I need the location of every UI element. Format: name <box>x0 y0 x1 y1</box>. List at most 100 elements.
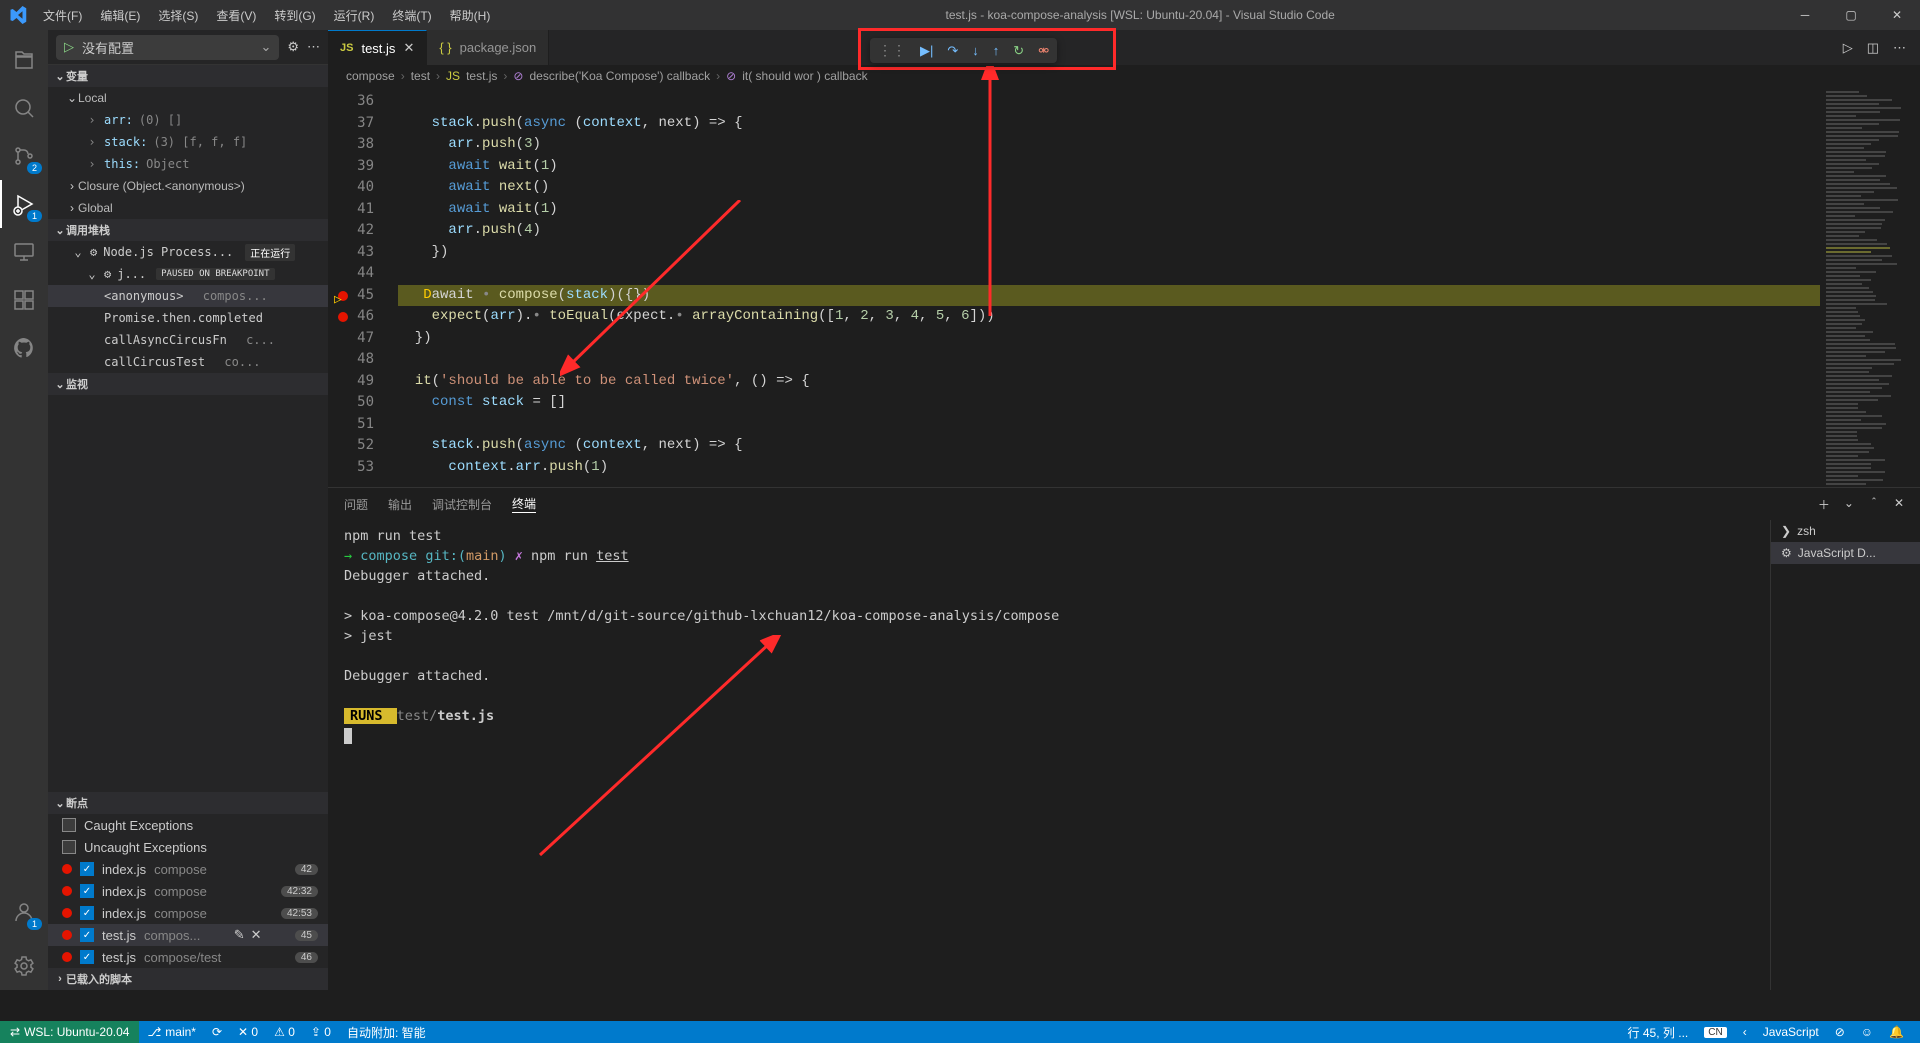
run-file-icon[interactable]: ▷ <box>1843 40 1853 56</box>
gutter[interactable]: 36373839404142434445▷4647484950515253 <box>328 87 398 487</box>
menu-edit[interactable]: 编辑(E) <box>92 1 148 30</box>
menu-view[interactable]: 查看(V) <box>208 1 264 30</box>
restart-icon[interactable]: ↻ <box>1013 43 1024 59</box>
checkbox-icon[interactable]: ✓ <box>80 862 94 876</box>
split-editor-icon[interactable]: ◫ <box>1867 40 1879 56</box>
disconnect-icon[interactable]: ⚮ <box>1038 43 1049 59</box>
title-bar: 文件(F) 编辑(E) 选择(S) 查看(V) 转到(G) 运行(R) 终端(T… <box>0 0 1920 30</box>
editor-more-icon[interactable]: ⋯ <box>1893 40 1906 56</box>
minimap[interactable] <box>1820 87 1920 487</box>
menu-file[interactable]: 文件(F) <box>35 1 90 30</box>
stack-frame[interactable]: <anonymous> compos... <box>48 285 328 307</box>
search-icon[interactable] <box>0 84 48 132</box>
port-forward[interactable]: ⇪ 0 <box>303 1025 339 1039</box>
breakpoint-item[interactable]: ✓ index.js compose 42 <box>48 858 328 880</box>
step-over-icon[interactable]: ↷ <box>947 43 958 59</box>
uncaught-exceptions[interactable]: Uncaught Exceptions <box>48 836 328 858</box>
maximize-panel-icon[interactable]: ＾ <box>1868 496 1880 513</box>
checkbox-icon[interactable]: ✓ <box>80 884 94 898</box>
breakpoint-icon <box>62 886 72 896</box>
tweet-icon[interactable]: ⊘ <box>1827 1024 1853 1041</box>
watch-header[interactable]: ⌄监视 <box>48 373 328 395</box>
remove-icon[interactable]: ✕ <box>251 927 262 943</box>
run-config-dropdown[interactable]: ▷ 没有配置 ⌄ <box>56 35 279 60</box>
notifications-icon[interactable]: 🔔 <box>1881 1024 1912 1041</box>
vscode-icon <box>0 6 35 24</box>
gear-icon[interactable]: ⚙ <box>287 39 299 55</box>
play-icon[interactable]: ▷ <box>64 39 74 55</box>
maximize-button[interactable]: ▢ <box>1828 0 1874 30</box>
errors[interactable]: ✕ 0 <box>230 1025 266 1039</box>
closure-scope[interactable]: ›Closure (Object.<anonymous>) <box>48 175 328 197</box>
breakpoints-header[interactable]: ⌄断点 <box>48 792 328 814</box>
terminal-dropdown-icon[interactable]: ⌄ <box>1844 496 1854 513</box>
menu-selection[interactable]: 选择(S) <box>150 1 206 30</box>
panel-tab-debug[interactable]: 调试控制台 <box>432 496 492 513</box>
account-icon[interactable]: 1 <box>0 888 48 936</box>
explorer-icon[interactable] <box>0 36 48 84</box>
close-icon[interactable]: ✕ <box>403 40 414 56</box>
ime-indicator[interactable]: CN <box>1704 1027 1726 1038</box>
global-scope[interactable]: ›Global <box>48 197 328 219</box>
panel-tab-terminal[interactable]: 终端 <box>512 495 536 513</box>
panel-tabs: 问题 输出 调试控制台 终端 ＋ ⌄ ＾ ✕ <box>328 488 1920 520</box>
settings-icon[interactable] <box>0 942 48 990</box>
step-into-icon[interactable]: ↓ <box>972 43 979 58</box>
git-branch[interactable]: ⎇main* <box>139 1025 204 1039</box>
stack-frame[interactable]: Promise.then.completed <box>48 307 328 329</box>
edit-icon[interactable]: ✎ <box>234 927 245 943</box>
tab-package-json[interactable]: { } package.json <box>427 30 549 65</box>
close-panel-icon[interactable]: ✕ <box>1894 496 1904 513</box>
local-scope[interactable]: ⌄Local <box>48 87 328 109</box>
continue-icon[interactable]: ▶| <box>920 43 933 59</box>
lang-prev-icon[interactable]: ‹ <box>1735 1024 1755 1041</box>
step-out-icon[interactable]: ↑ <box>993 43 1000 58</box>
stack-frame[interactable]: callCircusTest co... <box>48 351 328 373</box>
callstack-header[interactable]: ⌄调用堆栈 <box>48 219 328 241</box>
panel-tab-output[interactable]: 输出 <box>388 496 412 513</box>
remote-explorer-icon[interactable] <box>0 228 48 276</box>
extensions-icon[interactable] <box>0 276 48 324</box>
breakpoint-item[interactable]: ✓ index.js compose 42:53 <box>48 902 328 924</box>
breakpoint-item[interactable]: ✓ index.js compose 42:32 <box>48 880 328 902</box>
scm-icon[interactable]: 2 <box>0 132 48 180</box>
menu-run[interactable]: 运行(R) <box>326 1 383 30</box>
checkbox-icon[interactable]: ✓ <box>80 906 94 920</box>
tab-test-js[interactable]: JS test.js ✕ <box>328 30 427 65</box>
variables-header[interactable]: ⌄变量 <box>48 65 328 87</box>
checkbox-icon[interactable]: ✓ <box>80 950 94 964</box>
ln-col[interactable]: 行 45, 列 ... <box>1620 1024 1697 1041</box>
more-icon[interactable]: ⋯ <box>307 39 320 55</box>
caught-exceptions[interactable]: Caught Exceptions <box>48 814 328 836</box>
github-icon[interactable] <box>0 324 48 372</box>
language-mode[interactable]: JavaScript <box>1755 1024 1827 1041</box>
checkbox-icon[interactable]: ✓ <box>80 928 94 942</box>
terminal[interactable]: npm run test→ compose git:(main) ✗ npm r… <box>328 520 1770 990</box>
debug-toolbar[interactable]: ⋮⋮ ▶| ↷ ↓ ↑ ↻ ⚮ <box>870 38 1057 63</box>
auto-attach[interactable]: 自动附加: 智能 <box>339 1024 434 1041</box>
loaded-scripts-header[interactable]: ›已载入的脚本 <box>48 968 328 990</box>
stack-frame[interactable]: callAsyncCircusFn c... <box>48 329 328 351</box>
new-terminal-icon[interactable]: ＋ <box>1818 496 1830 513</box>
drag-grip-icon[interactable]: ⋮⋮ <box>878 42 906 59</box>
run-debug-icon[interactable]: 1 <box>0 180 48 228</box>
menu-terminal[interactable]: 终端(T) <box>384 1 439 30</box>
sync-icon[interactable]: ⟳ <box>204 1025 230 1039</box>
terminal-js-debug[interactable]: ⚙JavaScript D... <box>1771 542 1920 564</box>
menu-go[interactable]: 转到(G) <box>266 1 323 30</box>
chevron-down-icon[interactable]: ⌄ <box>260 39 271 55</box>
close-button[interactable]: ✕ <box>1874 0 1920 30</box>
menu-help[interactable]: 帮助(H) <box>442 1 499 30</box>
terminal-zsh[interactable]: ❯zsh <box>1771 520 1920 542</box>
breadcrumb[interactable]: compose› test› JS test.js› ⊘ describe('K… <box>328 65 1920 87</box>
feedback-icon[interactable]: ☺ <box>1853 1024 1881 1041</box>
minimize-button[interactable]: ─ <box>1782 0 1828 30</box>
breakpoint-item[interactable]: ✓ test.js compos... ✎✕ 45 <box>48 924 328 946</box>
warnings[interactable]: ⚠ 0 <box>266 1025 303 1039</box>
callstack-thread[interactable]: ⌄⚙j... PAUSED ON BREAKPOINT <box>48 263 328 285</box>
code-editor[interactable]: stack.push(async (context, next) => { ar… <box>398 87 1820 487</box>
panel-tab-problems[interactable]: 问题 <box>344 496 368 513</box>
breakpoint-item[interactable]: ✓ test.js compose/test 46 <box>48 946 328 968</box>
remote-indicator[interactable]: ⇄WSL: Ubuntu-20.04 <box>0 1021 139 1043</box>
callstack-process[interactable]: ⌄⚙Node.js Process... 正在运行 <box>48 241 328 263</box>
